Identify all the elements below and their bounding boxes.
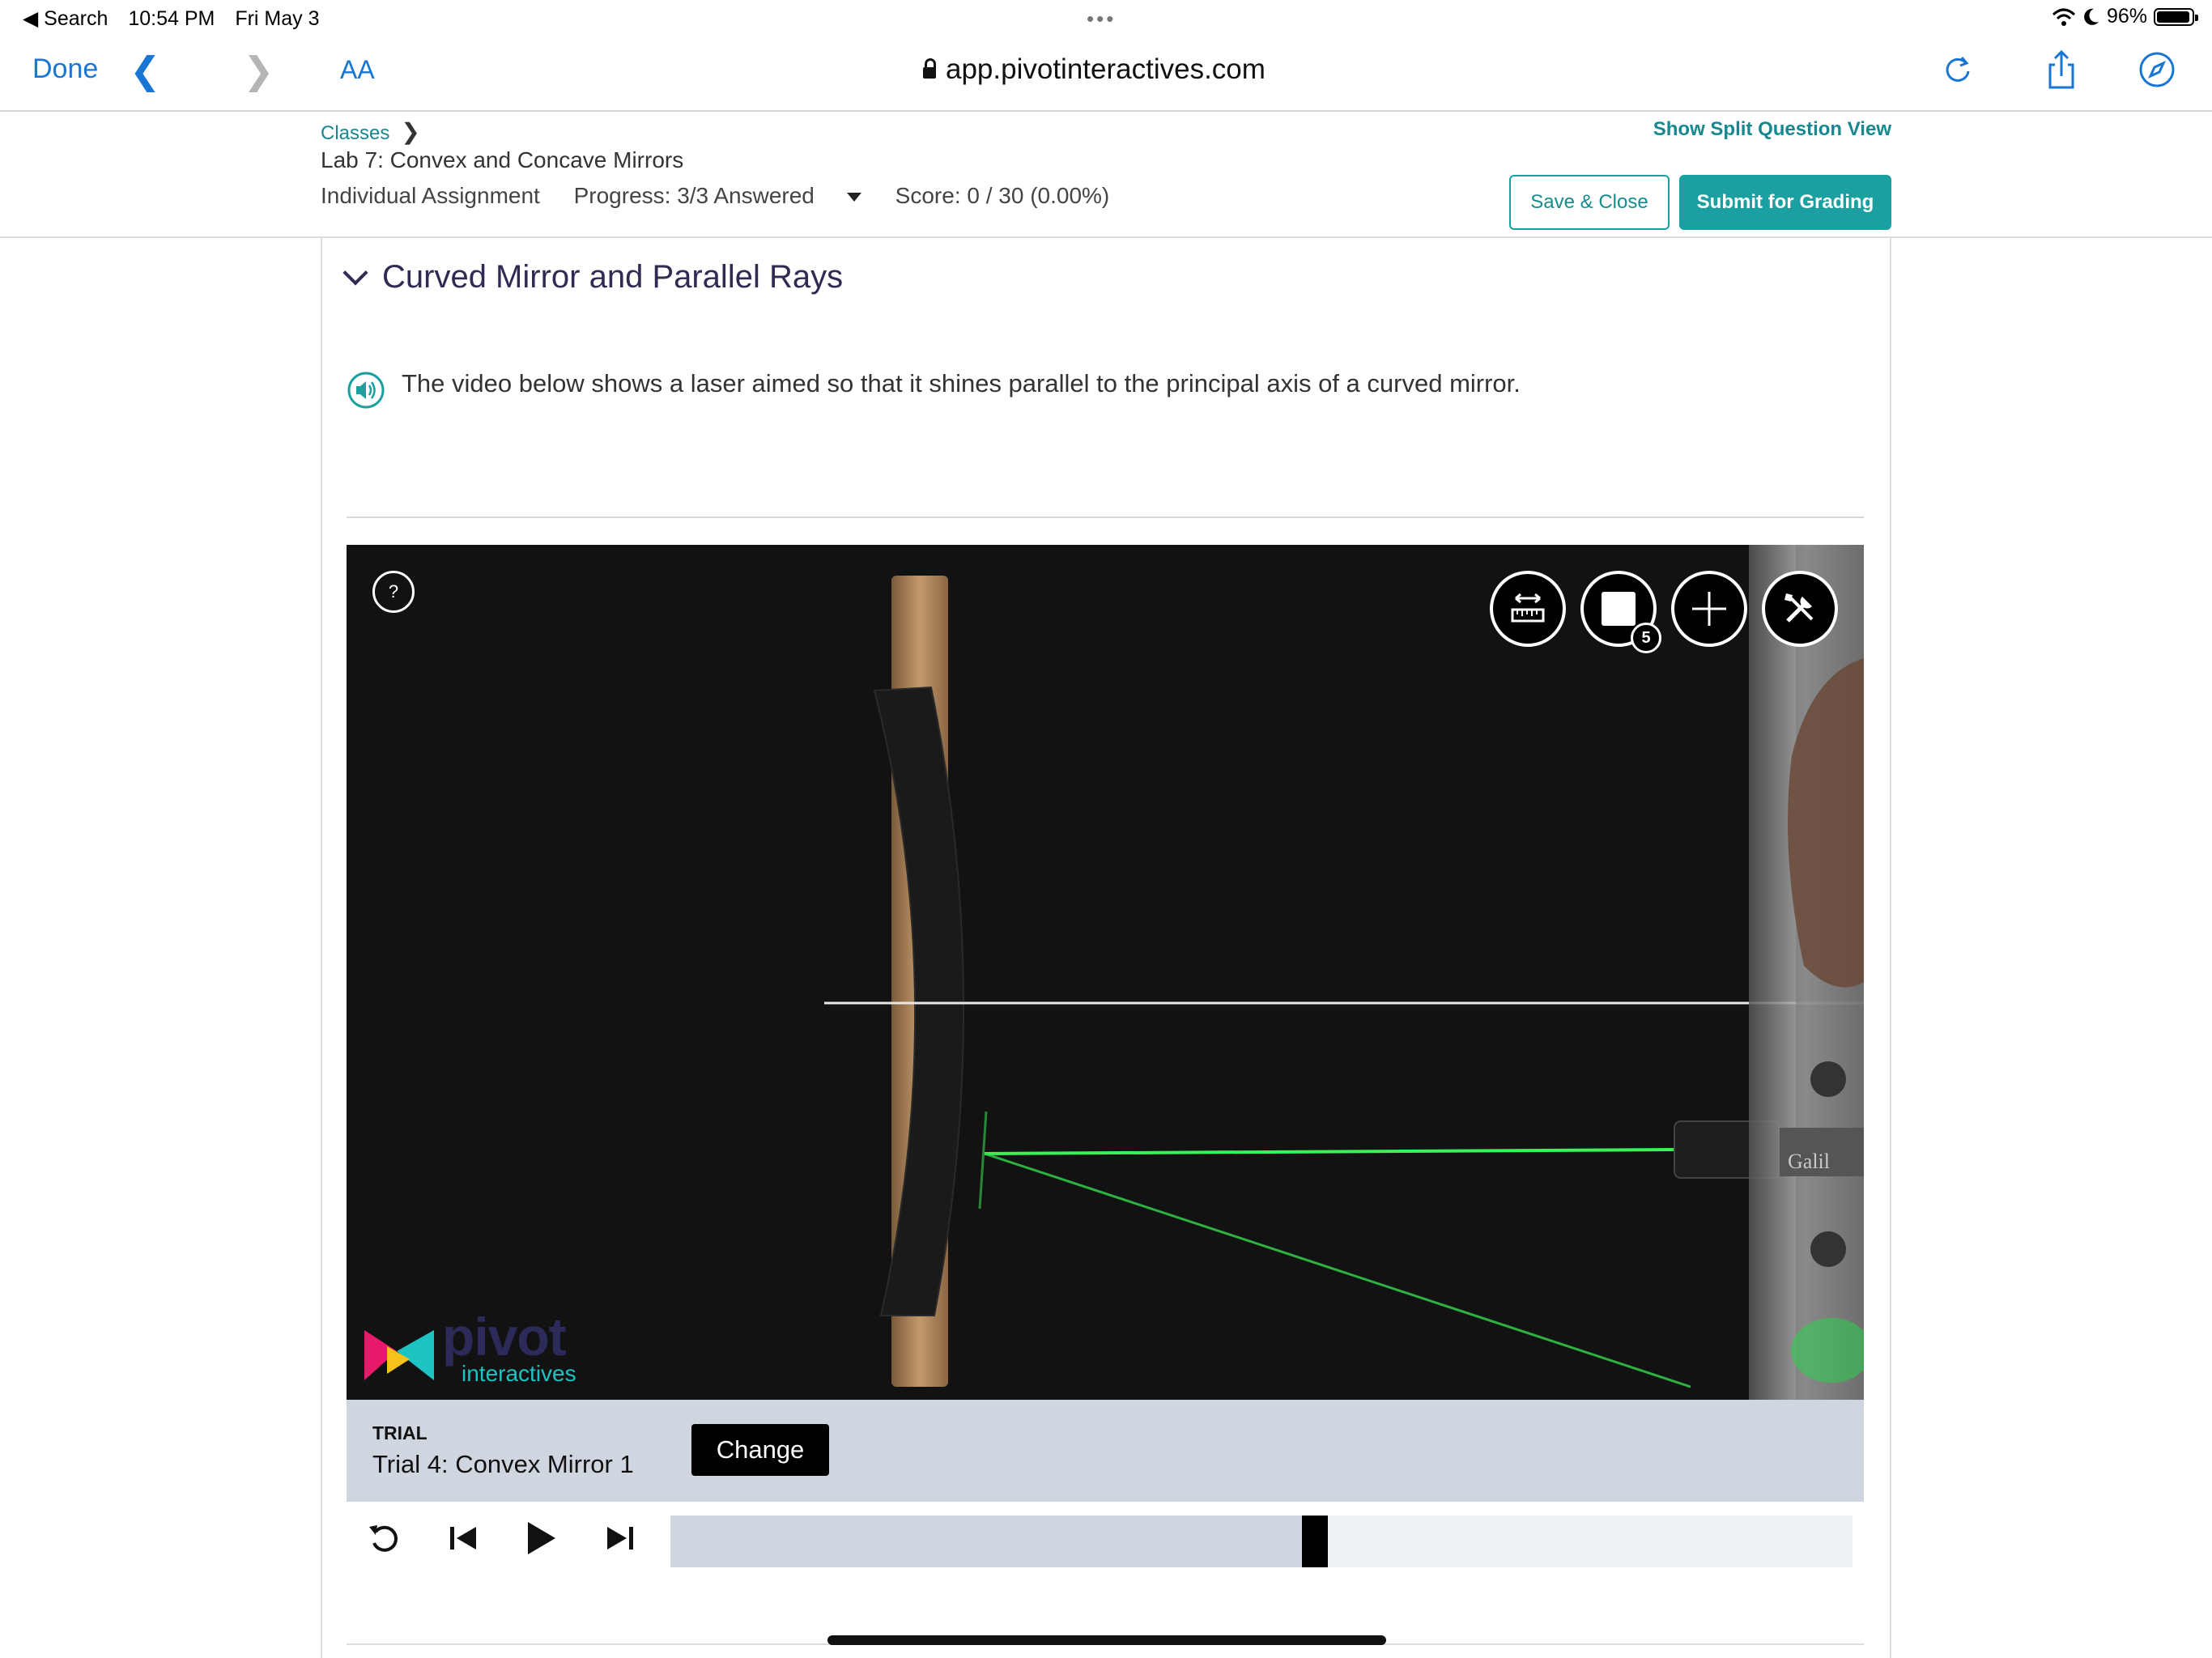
play-icon[interactable]	[520, 1519, 559, 1558]
help-button[interactable]: ?	[372, 571, 415, 613]
status-time: 10:54 PM	[128, 7, 215, 30]
chevron-right-icon: ❯	[401, 119, 420, 144]
pivot-logo-sub: interactives	[462, 1361, 576, 1386]
submit-for-grading-button[interactable]: Submit for Grading	[1679, 175, 1891, 230]
trial-bar: TRIAL Trial 4: Convex Mirror 1 Change	[347, 1400, 1864, 1502]
reload-icon[interactable]	[1935, 47, 1980, 92]
box-count-badge: 5	[1631, 623, 1661, 653]
equipment-label: Galil	[1788, 1150, 1830, 1173]
add-tool-button[interactable]	[1671, 571, 1747, 647]
url-text: app.pivotinteractives.com	[946, 53, 1266, 85]
browser-toolbar: Done ❮ ❯ AA app.pivotinteractives.com	[0, 37, 2212, 112]
step-forward-icon[interactable]	[601, 1519, 640, 1558]
ruler-tool-button[interactable]	[1490, 571, 1566, 647]
multitasking-dots[interactable]: •••	[1087, 6, 1116, 32]
section-header[interactable]: Curved Mirror and Parallel Rays	[342, 259, 844, 295]
video-scrubber[interactable]	[670, 1516, 1853, 1567]
breadcrumb[interactable]: Classes ❯	[321, 118, 420, 145]
settings-tool-button[interactable]	[1762, 571, 1838, 647]
moon-icon	[2084, 8, 2099, 25]
replay-icon[interactable]	[364, 1519, 403, 1558]
save-close-button[interactable]: Save & Close	[1509, 175, 1670, 230]
forward-chevron-icon[interactable]: ❯	[243, 49, 274, 92]
done-button[interactable]: Done	[32, 53, 98, 85]
back-chevron-icon[interactable]: ❮	[130, 49, 161, 92]
ruler-icon	[1511, 593, 1545, 623]
score-text: Score: 0 / 30 (0.00%)	[895, 183, 1110, 208]
video-frame: Galil	[347, 545, 1864, 1400]
show-split-question-view-link[interactable]: Show Split Question View	[1653, 118, 1891, 141]
assignment-title: Lab 7: Convex and Concave Mirrors	[321, 147, 684, 172]
battery-icon	[2154, 7, 2198, 26]
divider	[347, 517, 1864, 518]
scrubber-progress	[670, 1516, 1315, 1567]
speaker-icon[interactable]	[347, 371, 385, 410]
battery-percent: 96%	[2106, 5, 2147, 28]
scrubber-handle[interactable]	[1302, 1516, 1328, 1567]
chevron-down-icon[interactable]	[342, 259, 368, 286]
wifi-icon	[2052, 8, 2075, 26]
status-date: Fri May 3	[235, 7, 320, 30]
compass-icon[interactable]	[2134, 47, 2180, 92]
text-size-button[interactable]: AA	[340, 55, 375, 85]
pivot-logo-word: pivot	[442, 1307, 567, 1367]
video-player[interactable]: Galil ? 5 pivot interactives	[347, 545, 1864, 1400]
progress-dropdown[interactable]: Progress: 3/3 Answered	[574, 183, 861, 208]
tools-icon	[1784, 593, 1814, 623]
back-to-search[interactable]: ◀ Search	[23, 7, 108, 30]
caret-down-icon	[846, 193, 861, 202]
box-icon	[1602, 592, 1636, 626]
question-prompt: The video below shows a laser aimed so t…	[402, 369, 1521, 397]
status-bar: ◀ Search 10:54 PM Fri May 3 ••• 96%	[0, 0, 2212, 37]
assignment-type: Individual Assignment	[321, 183, 540, 208]
plus-icon	[1692, 592, 1726, 626]
share-icon[interactable]	[2039, 47, 2084, 92]
breadcrumb-classes[interactable]: Classes	[321, 122, 389, 144]
lock-icon	[923, 58, 936, 79]
assignment-header: Classes ❯ Lab 7: Convex and Concave Mirro…	[0, 110, 2212, 238]
step-back-icon[interactable]	[444, 1519, 483, 1558]
address-bar[interactable]: app.pivotinteractives.com	[923, 53, 1266, 86]
change-trial-button[interactable]: Change	[691, 1424, 829, 1476]
trial-label: TRIAL	[372, 1422, 428, 1443]
section-title: Curved Mirror and Parallel Rays	[382, 259, 844, 295]
trial-name: Trial 4: Convex Mirror 1	[372, 1450, 634, 1478]
home-indicator[interactable]	[827, 1635, 1386, 1645]
box-tool-button[interactable]: 5	[1580, 571, 1661, 653]
